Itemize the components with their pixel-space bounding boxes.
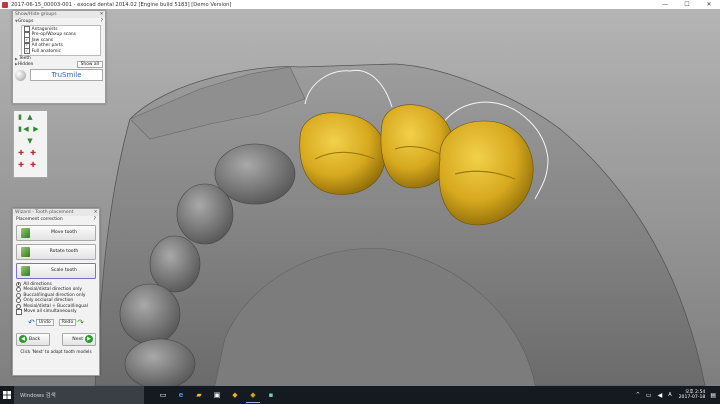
clock-date: 2017-07-18 [678, 395, 706, 400]
taskbar-search[interactable]: Windows 검색 [14, 386, 144, 404]
jaw-left-icon[interactable]: ✚ [17, 161, 25, 169]
back-arrow-icon: ◀ [19, 335, 27, 343]
show-hide-title: Show/Hide groups [15, 12, 57, 17]
natural-tooth [119, 283, 181, 345]
jaw-right-icon[interactable]: ✚ [29, 161, 37, 169]
rotate-left-icon[interactable]: ◀ [22, 125, 30, 133]
view-tools-panel: ▮ ▲ ▮ ◀ ▶ ▼ ✚ ✚ ✚ ✚ [13, 110, 48, 178]
search-placeholder: Windows 검색 [20, 393, 56, 399]
edge-icon[interactable]: e [174, 388, 188, 402]
trusmile-button[interactable]: TruSmile [30, 69, 103, 81]
system-tray: ^ ▭ ◀ A 오후 2:54 2017-07-18 ▤ [633, 386, 716, 404]
group-label: Pre-op/Waxup scans [31, 32, 76, 38]
group-label: Jaw scans [31, 37, 54, 43]
show-all-button[interactable]: Show all [76, 60, 103, 68]
natural-tooth [176, 183, 234, 245]
group-label: Antagonists [31, 26, 58, 32]
window-title: 2017-06-15_00003-001 - exocad dental 201… [11, 1, 232, 8]
help-icon[interactable]: ? [101, 19, 103, 24]
redo-icon: ↷ [77, 317, 84, 327]
teeth-label: Teeth [19, 56, 31, 62]
task-view-icon[interactable]: ▭ [156, 388, 170, 402]
network-icon[interactable]: ▭ [646, 392, 652, 399]
redo-button[interactable]: Redo ↷ [58, 317, 84, 327]
placement-section: Placement correction ? [16, 217, 96, 223]
exocad-running-icon[interactable]: ◆ [246, 388, 260, 403]
file-explorer-icon[interactable]: ▰ [192, 388, 206, 402]
rotate-tooth-icon [21, 246, 30, 257]
exocad-icon[interactable]: ◆ [228, 388, 242, 402]
windows-taskbar: Windows 검색 ▭ e ▰ ▣ ◆ ◆ ▪ ^ ▭ ◀ A 오후 2:54… [0, 386, 720, 404]
view-front-icon[interactable]: ▮ [16, 113, 24, 121]
hidden-label: Hidden [17, 61, 34, 67]
back-button[interactable]: ◀ Back [16, 332, 50, 346]
group-label: All other parts [31, 43, 63, 49]
rotate-up-icon[interactable]: ▲ [26, 113, 34, 121]
undo-button[interactable]: ↶ Undo [28, 318, 54, 327]
hidden-section[interactable]: ▶Hidden Show all [15, 60, 103, 68]
jaw-upper-icon[interactable]: ✚ [17, 149, 25, 157]
show-hide-panel: Show/Hide groups ✕ ▼Groups ? Antagonists… [12, 10, 106, 104]
close-button[interactable]: ✕ [698, 0, 720, 9]
group-item[interactable]: ✓ Full anatomic [24, 48, 98, 55]
undo-icon: ↶ [28, 317, 35, 327]
rotate-right-icon[interactable]: ▶ [32, 125, 40, 133]
rotate-down-icon[interactable]: ▼ [26, 137, 34, 145]
windows-logo-icon [3, 391, 11, 399]
crown-tooth [299, 112, 386, 195]
move-tooth-button[interactable]: Move tooth [16, 224, 96, 241]
move-all-checkbox[interactable] [16, 308, 22, 315]
notifications-icon[interactable]: ▤ [710, 392, 716, 399]
scale-tooth-button[interactable]: Scale tooth [16, 262, 96, 279]
close-icon[interactable]: ✕ [98, 11, 105, 18]
volume-icon[interactable]: ◀ [658, 392, 663, 399]
wizard-panel: Wizard - Tooth placement ✕ Placement cor… [12, 208, 100, 376]
minimize-button[interactable]: — [654, 0, 676, 9]
next-arrow-icon: ▶ [85, 335, 93, 343]
groups-label: Groups [17, 19, 34, 25]
natural-tooth [149, 235, 201, 293]
help-icon[interactable]: ? [94, 217, 96, 222]
move-tooth-icon [21, 227, 30, 238]
natural-tooth [124, 338, 196, 386]
maximize-button[interactable]: ☐ [676, 0, 698, 9]
rotate-tooth-button[interactable]: Rotate tooth [16, 243, 96, 260]
scale-tooth-icon [21, 265, 30, 276]
app-icon [2, 1, 8, 8]
group-label: Full anatomic [31, 48, 61, 54]
ime-icon[interactable]: A [668, 392, 671, 398]
store-icon[interactable]: ▣ [210, 388, 224, 402]
show-hide-header: Show/Hide groups ✕ [13, 11, 105, 18]
app-icon[interactable]: ▪ [264, 388, 278, 402]
next-button[interactable]: Next ▶ [62, 332, 96, 346]
wizard-header: Wizard - Tooth placement ✕ [13, 209, 99, 216]
start-button[interactable] [0, 386, 14, 404]
jaw-scene [94, 63, 706, 386]
3d-viewport[interactable]: Show/Hide groups ✕ ▼ Groups ? Antagonists… [0, 9, 720, 386]
wizard-title: Wizard - Tooth placement [15, 210, 74, 215]
jaw-lower-icon[interactable]: ✚ [29, 149, 37, 157]
clock[interactable]: 오후 2:54 2017-07-18 [679, 390, 706, 401]
placement-label: Placement correction [16, 217, 63, 223]
close-icon[interactable]: ✕ [92, 209, 99, 216]
tray-chevron-icon[interactable]: ^ [636, 392, 640, 398]
wizard-hint: Click 'Next' to adapt tooth models [20, 348, 92, 354]
move-all-option[interactable]: Move all simultaneously [16, 308, 96, 315]
group-checkbox[interactable]: ✓ [24, 48, 30, 55]
tooth-globe-icon[interactable] [15, 69, 26, 81]
